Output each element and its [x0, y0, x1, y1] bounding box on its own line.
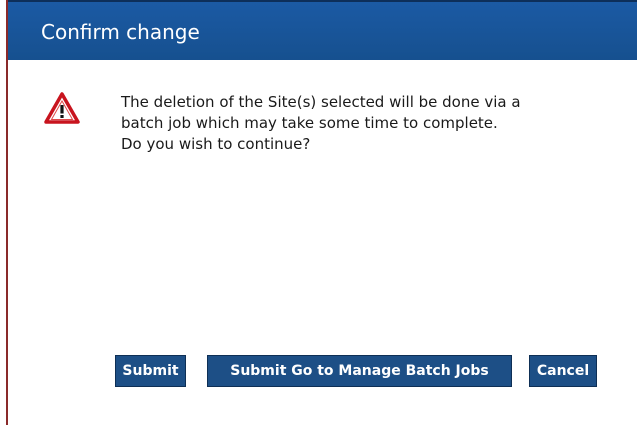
screen: Confirm change The deletion of the Site(… — [0, 0, 637, 425]
dialog-title: Confirm change — [41, 20, 200, 44]
dialog-title-bar[interactable]: Confirm change — [8, 2, 637, 60]
confirm-dialog: Confirm change The deletion of the Site(… — [8, 0, 637, 425]
submit-go-to-manage-batch-jobs-button[interactable]: Submit Go to Manage Batch Jobs — [207, 355, 512, 387]
submit-button[interactable]: Submit — [115, 355, 186, 387]
background-window-edge — [0, 0, 8, 425]
message-line: batch job which may take some time to co… — [121, 114, 498, 132]
warning-icon — [44, 92, 80, 124]
message-line: The deletion of the Site(s) selected wil… — [121, 93, 521, 111]
cancel-button[interactable]: Cancel — [529, 355, 597, 387]
message-line: Do you wish to continue? — [121, 135, 311, 153]
dialog-message: The deletion of the Site(s) selected wil… — [121, 92, 611, 155]
